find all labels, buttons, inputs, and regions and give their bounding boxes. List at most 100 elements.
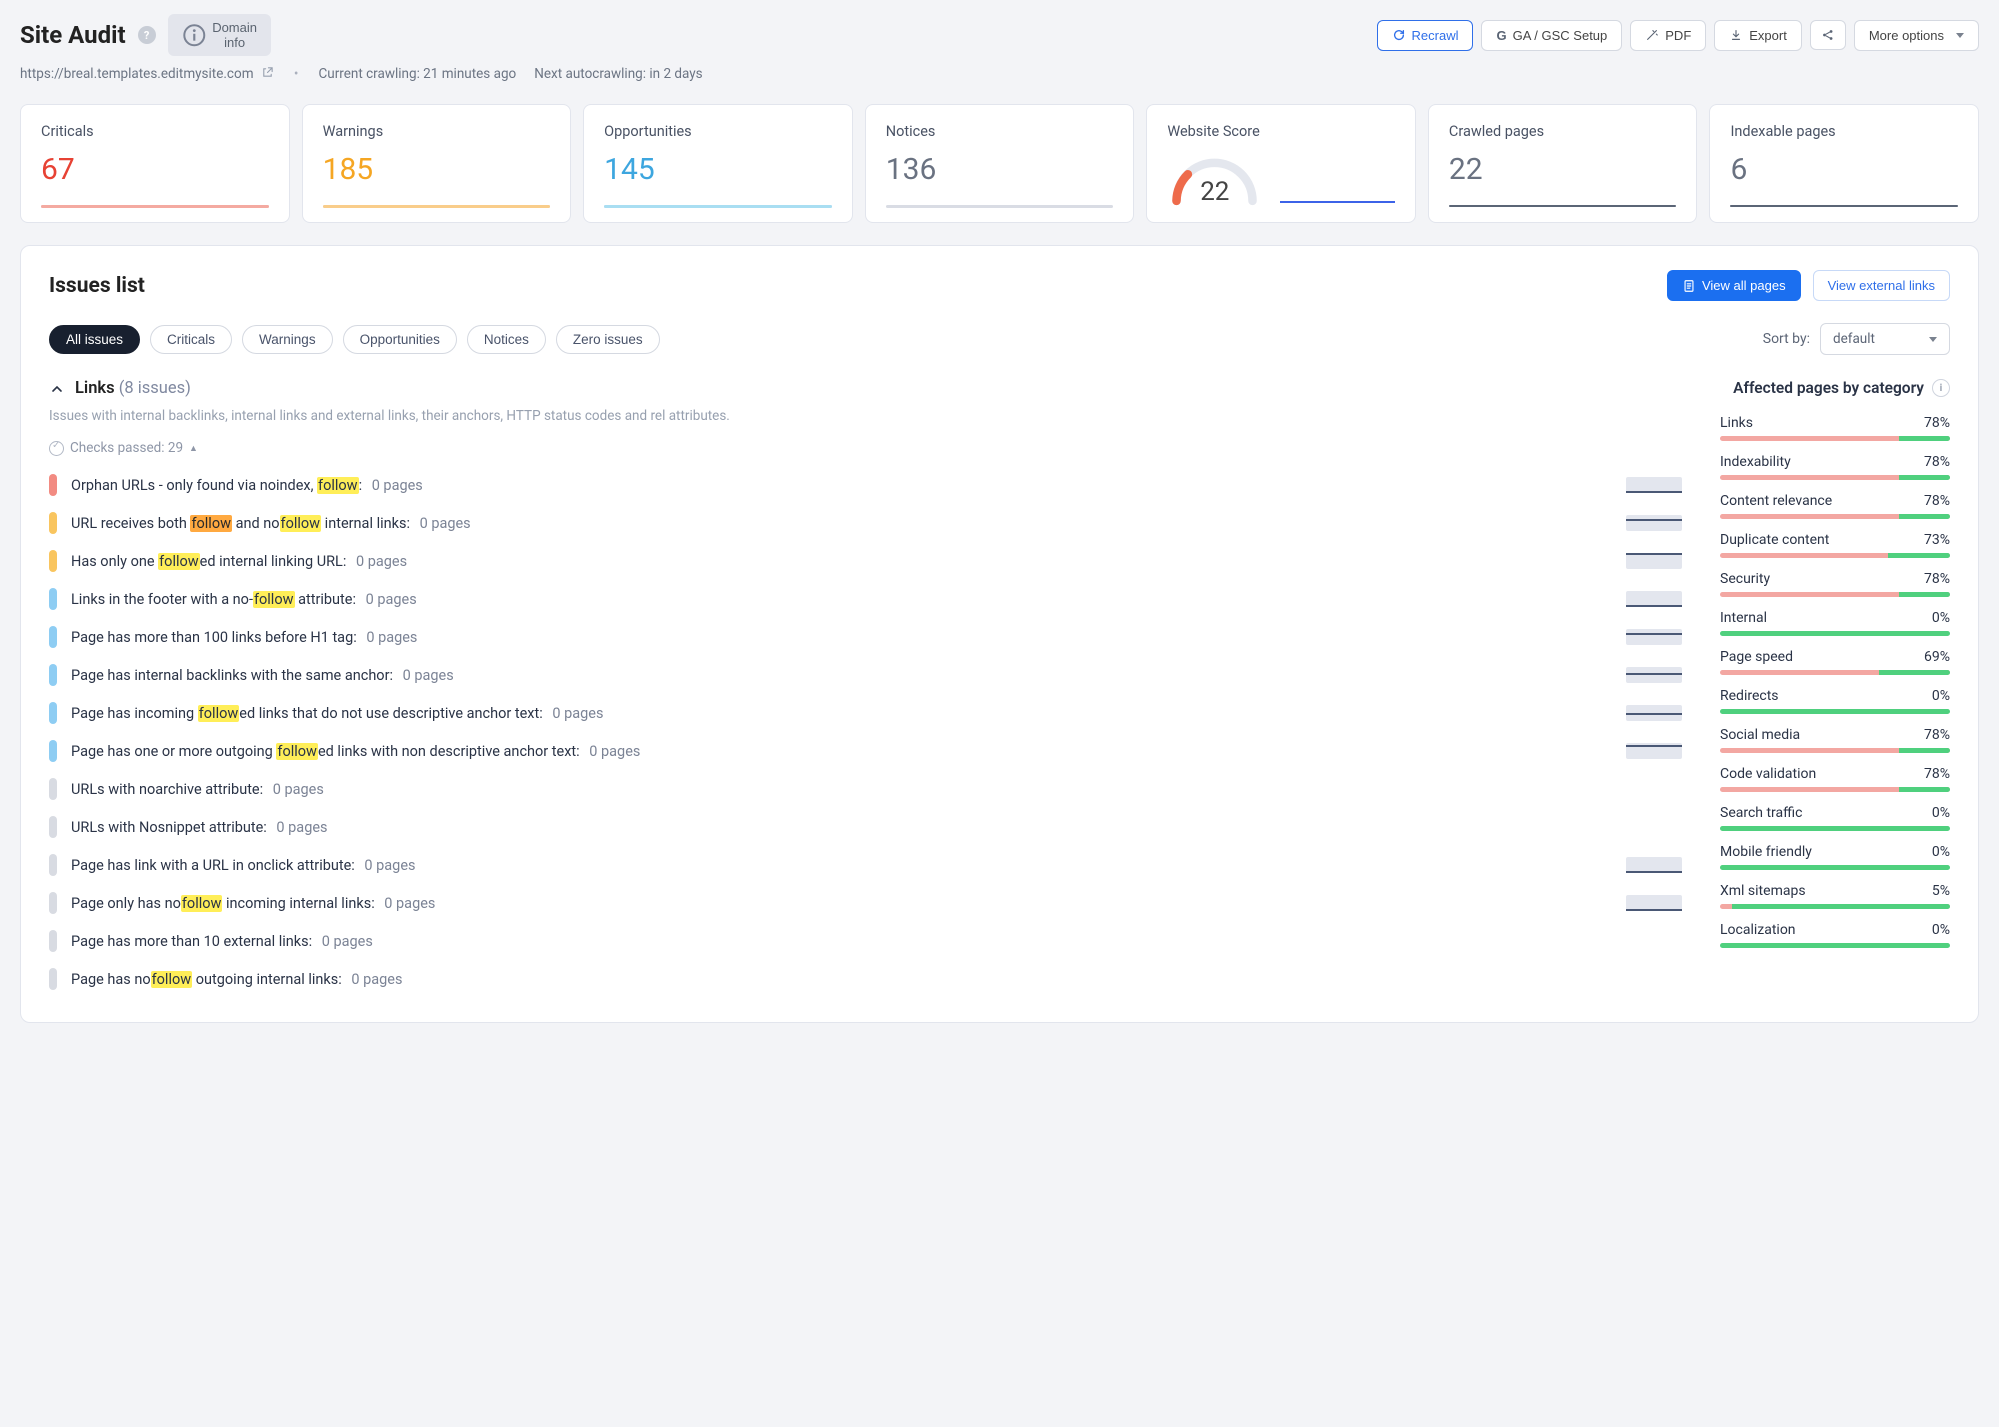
checks-passed-toggle[interactable]: Checks passed: 29 ▲ xyxy=(49,440,1682,456)
stat-card-notices[interactable]: Notices 136 xyxy=(865,104,1135,223)
category-percent: 78% xyxy=(1924,454,1950,470)
filter-opportunities[interactable]: Opportunities xyxy=(343,325,457,354)
category-row[interactable]: Indexability 78% xyxy=(1720,454,1950,480)
filter-criticals[interactable]: Criticals xyxy=(150,325,232,354)
category-name: Localization xyxy=(1720,922,1796,938)
category-name: Social media xyxy=(1720,727,1800,743)
category-bar xyxy=(1720,436,1950,441)
category-row[interactable]: Code validation78% xyxy=(1720,766,1950,792)
share-button[interactable] xyxy=(1810,20,1846,50)
issue-row[interactable]: Page has internal backlinks with the sam… xyxy=(49,656,1682,694)
category-bar xyxy=(1720,943,1950,948)
category-bar xyxy=(1720,904,1950,909)
category-name: Indexability xyxy=(1720,454,1791,470)
group-toggle-links[interactable]: Links (8 issues) xyxy=(49,379,1682,398)
recrawl-button[interactable]: Recrawl xyxy=(1377,20,1474,51)
info-icon[interactable]: i xyxy=(1932,379,1950,397)
categories-title: Affected pages by category i xyxy=(1720,379,1950,397)
category-list: Links78%Indexability78%Content relevance… xyxy=(1720,415,1950,948)
site-url-link[interactable]: https://breal.templates.editmysite.com xyxy=(20,66,274,82)
mini-trend-chart xyxy=(1626,477,1682,493)
category-row[interactable]: Internal0% xyxy=(1720,610,1950,636)
mini-trend-chart xyxy=(1626,857,1682,873)
category-bar xyxy=(1720,631,1950,636)
category-percent: 0% xyxy=(1932,844,1950,860)
category-row[interactable]: Mobile friendly0% xyxy=(1720,844,1950,870)
issue-text: URL receives both follow and nofollow in… xyxy=(71,515,1602,532)
filter-warnings[interactable]: Warnings xyxy=(242,325,333,354)
severity-indicator xyxy=(49,474,57,496)
stat-card-website-score[interactable]: Website Score 22 xyxy=(1146,104,1416,223)
mini-trend-chart xyxy=(1626,553,1682,569)
ga-gsc-setup-button[interactable]: G GA / GSC Setup xyxy=(1481,20,1622,51)
chevron-up-icon xyxy=(49,381,65,397)
issue-text: Page has link with a URL in onclick attr… xyxy=(71,857,1602,874)
export-button[interactable]: Export xyxy=(1714,20,1802,51)
category-row[interactable]: Search traffic0% xyxy=(1720,805,1950,831)
sort-select[interactable]: default xyxy=(1820,323,1950,355)
category-row[interactable]: Page speed69% xyxy=(1720,649,1950,675)
stat-card-indexable-pages[interactable]: Indexable pages 6 xyxy=(1709,104,1979,223)
issues-panel: Issues list View all pages View external… xyxy=(20,245,1979,1023)
subheader: https://breal.templates.editmysite.com •… xyxy=(20,66,1979,82)
issue-row[interactable]: Page has incoming followed links that do… xyxy=(49,694,1682,732)
severity-indicator xyxy=(49,778,57,800)
category-bar xyxy=(1720,826,1950,831)
issue-row[interactable]: Orphan URLs - only found via noindex, fo… xyxy=(49,466,1682,504)
issue-row[interactable]: Page has more than 10 external links: 0 … xyxy=(49,922,1682,960)
category-row[interactable]: Redirects0% xyxy=(1720,688,1950,714)
issue-row[interactable]: URLs with noarchive attribute: 0 pages xyxy=(49,770,1682,808)
category-bar xyxy=(1720,475,1950,480)
more-options-button[interactable]: More options xyxy=(1854,20,1979,51)
issue-text: Has only one followed internal linking U… xyxy=(71,553,1602,570)
issue-row[interactable]: URLs with Nosnippet attribute: 0 pages xyxy=(49,808,1682,846)
group-description: Issues with internal backlinks, internal… xyxy=(49,408,1682,424)
category-percent: 78% xyxy=(1924,571,1950,587)
view-all-pages-button[interactable]: View all pages xyxy=(1667,270,1801,301)
category-percent: 78% xyxy=(1924,493,1950,509)
issue-row[interactable]: Links in the footer with a no-follow att… xyxy=(49,580,1682,618)
category-row[interactable]: Social media 78% xyxy=(1720,727,1950,753)
category-bar xyxy=(1720,670,1950,675)
stat-card-warnings[interactable]: Warnings 185 xyxy=(302,104,572,223)
issue-row[interactable]: Page has one or more outgoing followed l… xyxy=(49,732,1682,770)
issue-row[interactable]: Has only one followed internal linking U… xyxy=(49,542,1682,580)
severity-indicator xyxy=(49,512,57,534)
filter-notices[interactable]: Notices xyxy=(467,325,546,354)
category-row[interactable]: Duplicate content73% xyxy=(1720,532,1950,558)
view-external-links-button[interactable]: View external links xyxy=(1813,270,1950,301)
pdf-button[interactable]: PDF xyxy=(1630,20,1706,51)
domain-info-button[interactable]: Domain info xyxy=(168,14,271,56)
category-row[interactable]: Content relevance78% xyxy=(1720,493,1950,519)
category-percent: 0% xyxy=(1932,610,1950,626)
mini-trend-chart xyxy=(1626,895,1682,911)
mini-trend-chart xyxy=(1626,515,1682,531)
category-row[interactable]: Security78% xyxy=(1720,571,1950,597)
category-row[interactable]: Localization 0% xyxy=(1720,922,1950,948)
issue-text: Page has one or more outgoing followed l… xyxy=(71,743,1602,760)
category-percent: 0% xyxy=(1932,922,1950,938)
issue-row[interactable]: Page has more than 100 links before H1 t… xyxy=(49,618,1682,656)
issue-text: Links in the footer with a no-follow att… xyxy=(71,591,1602,608)
mini-trend-chart xyxy=(1626,705,1682,721)
category-row[interactable]: Links78% xyxy=(1720,415,1950,441)
google-icon: G xyxy=(1496,28,1506,43)
stat-card-opportunities[interactable]: Opportunities 145 xyxy=(583,104,853,223)
category-percent: 78% xyxy=(1924,727,1950,743)
sort-label: Sort by: xyxy=(1763,331,1810,347)
category-row[interactable]: Xml sitemaps5% xyxy=(1720,883,1950,909)
issue-row[interactable]: Page only has nofollow incoming internal… xyxy=(49,884,1682,922)
issue-row[interactable]: Page has link with a URL in onclick attr… xyxy=(49,846,1682,884)
help-icon[interactable]: ? xyxy=(138,26,156,44)
filter-all-issues[interactable]: All issues xyxy=(49,325,140,354)
category-bar xyxy=(1720,592,1950,597)
issue-row[interactable]: Page has nofollow outgoing internal link… xyxy=(49,960,1682,998)
info-icon xyxy=(182,23,207,48)
filter-zero-issues[interactable]: Zero issues xyxy=(556,325,660,354)
issue-row[interactable]: URL receives both follow and nofollow in… xyxy=(49,504,1682,542)
stat-card-criticals[interactable]: Criticals 67 xyxy=(20,104,290,223)
stat-card-crawled-pages[interactable]: Crawled pages 22 xyxy=(1428,104,1698,223)
category-percent: 0% xyxy=(1932,688,1950,704)
issue-text: Page has more than 100 links before H1 t… xyxy=(71,629,1602,646)
severity-indicator xyxy=(49,664,57,686)
